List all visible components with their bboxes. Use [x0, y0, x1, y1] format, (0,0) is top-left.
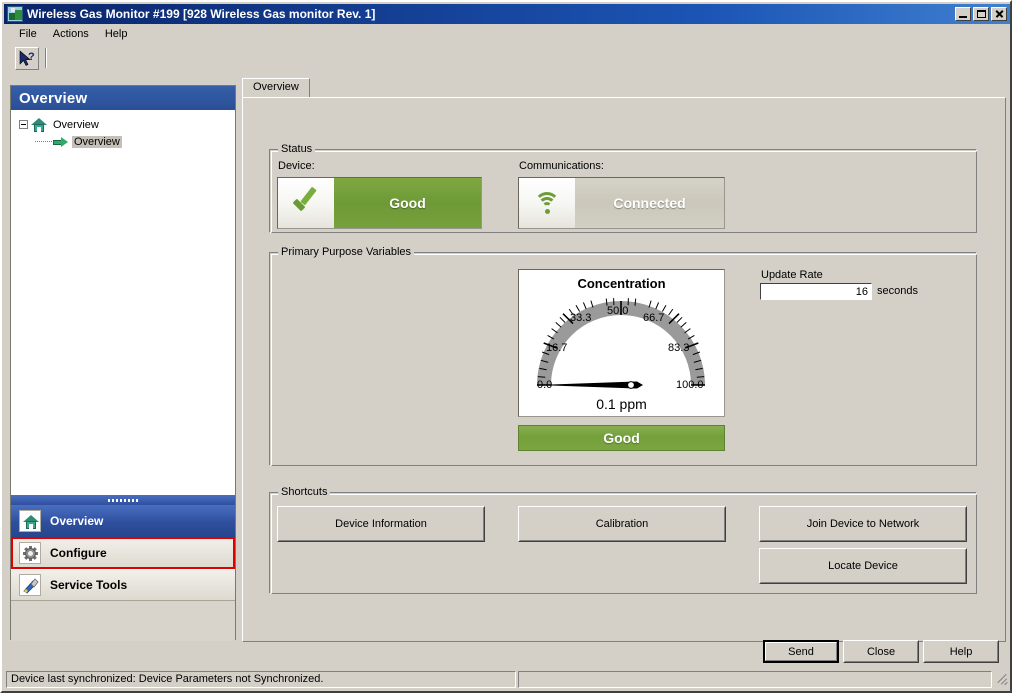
gauge-tick-label-6: 100.0 [676, 379, 704, 391]
tree-item-overview-root[interactable]: Overview [15, 116, 231, 133]
window-controls [955, 7, 1007, 21]
send-button[interactable]: Send [763, 640, 839, 663]
sidebar-item-configure[interactable]: Configure [11, 537, 235, 569]
locate-device-button[interactable]: Locate Device [759, 548, 967, 584]
sidebar-item-label: Overview [50, 514, 104, 528]
home-icon [19, 510, 41, 532]
shortcuts-group: Shortcuts Device Information Calibration… [269, 486, 977, 594]
close-button[interactable]: Close [843, 640, 919, 663]
update-rate-units: seconds [877, 285, 918, 297]
status-icon-container [278, 178, 334, 228]
close-icon[interactable] [991, 7, 1007, 21]
panel-splitter[interactable] [11, 495, 235, 505]
status-bar: Device last synchronized: Device Paramet… [4, 669, 1010, 689]
explorer-header: Overview [11, 86, 235, 110]
title-bar: Wireless Gas Monitor #199 [928 Wireless … [4, 4, 1010, 24]
status-group: Status Device: Good Communications: Conn… [269, 143, 977, 233]
ppv-group-title: Primary Purpose Variables [278, 246, 415, 258]
tree-item-label: Overview [72, 135, 122, 148]
tools-icon [19, 574, 41, 596]
device-status-label: Device: [278, 160, 315, 172]
gauge-tick-label-5: 83.3 [668, 342, 689, 354]
menu-actions[interactable]: Actions [45, 27, 97, 41]
communications-status-value: Connected [575, 178, 724, 228]
menu-bar: File Actions Help [4, 25, 1010, 43]
shortcuts-group-title: Shortcuts [278, 486, 331, 498]
whats-this-help-button[interactable]: ? [15, 46, 39, 70]
sidebar-item-label: Service Tools [50, 578, 128, 592]
maximize-button[interactable] [973, 7, 989, 21]
gauge-tick-label-3: 50.0 [607, 305, 628, 317]
device-status-indicator: Good [277, 177, 482, 229]
menu-help[interactable]: Help [97, 27, 136, 41]
gauge-dial: 0.0 16.7 33.3 50.0 66.7 83.3 100.0 [537, 298, 705, 391]
sidebar-item-service-tools[interactable]: Service Tools [11, 569, 235, 601]
device-status-value: Good [334, 178, 481, 228]
home-icon [31, 117, 47, 132]
device-information-button[interactable]: Device Information [277, 506, 485, 542]
wifi-icon [532, 190, 562, 216]
concentration-gauge: Concentration 16.7 33.3 50.0 66.7 83.3 1… [518, 269, 725, 417]
svg-text:?: ? [28, 51, 35, 63]
communications-status-indicator: Connected [518, 177, 725, 229]
status-bar-message: Device last synchronized: Device Paramet… [6, 670, 516, 688]
update-rate-input[interactable]: 16 [760, 283, 872, 300]
green-arrow-icon [53, 136, 69, 148]
tree-item-label: Overview [53, 118, 99, 131]
status-icon-container [519, 178, 575, 228]
menu-file[interactable]: File [11, 27, 45, 41]
tree-collapse-icon[interactable] [19, 120, 28, 129]
status-bar-secondary [518, 670, 992, 688]
help-button[interactable]: Help [923, 640, 999, 663]
tab-strip: Overview [242, 78, 1006, 98]
gear-icon [19, 542, 41, 564]
device-antenna-icon [7, 6, 23, 22]
sidebar-item-label: Configure [50, 546, 107, 560]
toolbar-separator [45, 48, 47, 68]
calibration-button[interactable]: Calibration [518, 506, 726, 542]
tab-overview[interactable]: Overview [242, 78, 310, 98]
tab-panel-overview: Status Device: Good Communications: Conn… [242, 97, 1006, 642]
arrow-question-icon: ? [19, 49, 35, 66]
window-title: Wireless Gas Monitor #199 [928 Wireless … [27, 7, 376, 21]
toolbar: ? [4, 43, 1010, 73]
update-rate-label: Update Rate [761, 269, 823, 281]
gauge-value-label: 0.1 ppm [596, 396, 647, 412]
splitter-grip-icon [108, 498, 138, 502]
gauge-tick-label-1: 16.7 [546, 342, 567, 354]
join-device-to-network-button[interactable]: Join Device to Network [759, 506, 967, 542]
tree-connector-line [35, 141, 52, 142]
explorer-panel: Overview Overview Overview Overview Conf… [10, 85, 236, 641]
content-area: Overview Overview Overview Overview Conf… [10, 78, 1006, 668]
ppv-status-bar: Good [518, 425, 725, 451]
application-window: Wireless Gas Monitor #199 [928 Wireless … [0, 0, 1012, 693]
minimize-button[interactable] [955, 7, 971, 21]
communications-status-label: Communications: [519, 160, 604, 172]
gauge-tick-label-4: 66.7 [643, 312, 664, 324]
navigation-tree: Overview Overview [11, 110, 235, 495]
gauge-tick-label-2: 33.3 [570, 312, 591, 324]
primary-purpose-variables-group: Primary Purpose Variables Concentration [269, 246, 977, 466]
sidebar-item-overview[interactable]: Overview [11, 505, 235, 537]
status-group-title: Status [278, 143, 316, 155]
navigation-button-list: Overview Configure Service Tools [11, 505, 235, 641]
tree-item-overview-child[interactable]: Overview [15, 133, 231, 150]
main-pane: Overview Status Device: Good Communicati… [242, 78, 1006, 668]
resize-grip-icon[interactable] [994, 672, 1008, 686]
green-check-icon [291, 186, 321, 216]
sidebar-empty-area [11, 601, 235, 641]
